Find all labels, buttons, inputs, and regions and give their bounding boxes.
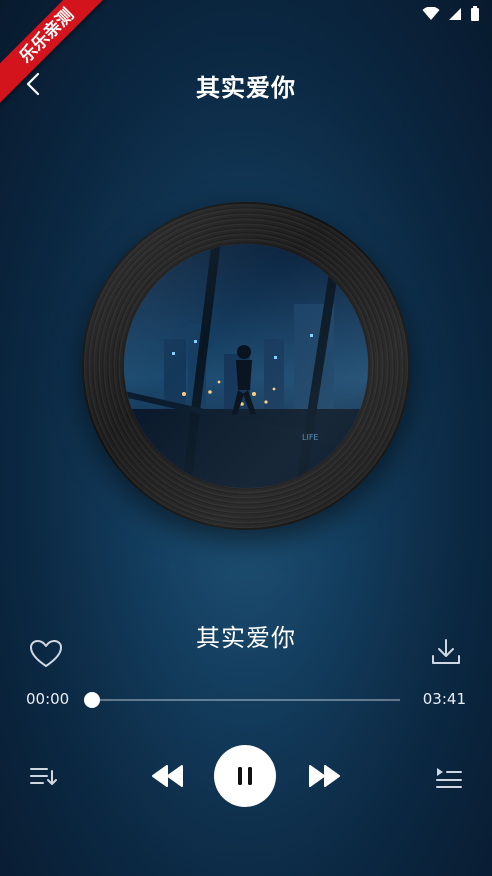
vinyl-disc: LIFE	[82, 202, 410, 530]
next-button[interactable]	[306, 760, 342, 792]
album-art: LIFE	[124, 244, 368, 488]
current-time: 00:00	[26, 690, 70, 708]
vinyl-record: LIFE	[82, 202, 410, 530]
playlist-button[interactable]	[28, 762, 58, 792]
progress-thumb[interactable]	[84, 692, 100, 708]
playback-controls	[0, 744, 492, 808]
pause-icon	[238, 767, 252, 785]
wifi-icon	[422, 7, 440, 20]
queue-button[interactable]	[434, 762, 464, 792]
fast-forward-icon	[309, 765, 340, 787]
signal-icon	[449, 8, 461, 20]
progress-bar[interactable]	[84, 692, 400, 708]
download-icon	[432, 639, 460, 664]
queue-list-icon	[436, 768, 462, 788]
rewind-icon	[152, 765, 183, 787]
page-title: 其实爱你	[196, 74, 296, 102]
playlist-icon	[30, 768, 57, 785]
battery-icon	[471, 6, 479, 21]
svg-text:LIFE: LIFE	[302, 433, 318, 442]
album-art-image: LIFE	[124, 244, 368, 488]
play-pause-button[interactable]	[214, 745, 276, 807]
previous-button[interactable]	[150, 760, 186, 792]
song-title: 其实爱你	[196, 624, 296, 652]
header: 其实爱你	[0, 60, 492, 108]
status-icons	[422, 6, 480, 22]
heart-outline-icon	[30, 640, 62, 667]
like-button[interactable]	[28, 636, 64, 672]
download-button[interactable]	[428, 634, 464, 670]
total-time: 03:41	[422, 690, 466, 708]
